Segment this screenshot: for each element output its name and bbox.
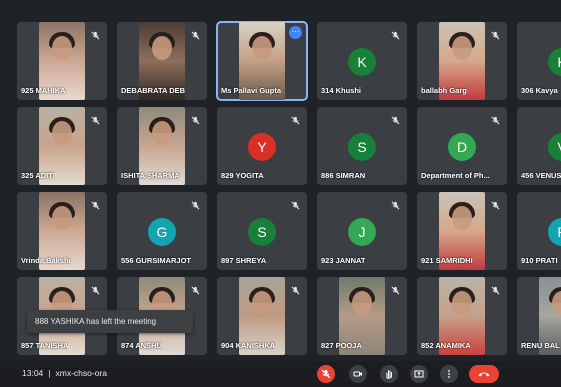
- mic-muted-icon: [191, 27, 201, 40]
- mic-muted-icon: [91, 197, 101, 210]
- mic-muted-icon: [191, 112, 201, 125]
- participant-tile-925-mahika[interactable]: 925 MAHIKA: [17, 22, 107, 100]
- participant-tile-314-khushi[interactable]: K 314 Khushi: [317, 22, 407, 100]
- end-call-button[interactable]: [469, 365, 499, 383]
- tile-more-options-icon[interactable]: ⋯: [289, 26, 302, 39]
- meeting-code[interactable]: xmx-chso-ora: [56, 368, 107, 378]
- present-screen-button[interactable]: [410, 365, 428, 383]
- participant-avatar: D: [448, 133, 476, 161]
- mic-muted-icon: [291, 112, 301, 125]
- participant-tile-456-venus[interactable]: V 456 VENUS: [517, 107, 561, 185]
- participant-name: 325 ADITI: [21, 171, 55, 180]
- participant-tile-306-kavya[interactable]: K 306 Kavya: [517, 22, 561, 100]
- mic-off-icon: [321, 369, 331, 379]
- participant-name: Ms Pallavi Gupta: [221, 86, 282, 95]
- participant-name: 904 KANISHKA: [221, 341, 276, 350]
- participant-name: 910 PRATI: [521, 256, 558, 265]
- participant-name: 306 Kavya: [521, 86, 558, 95]
- participant-name: 923 JANNAT: [321, 256, 366, 265]
- participant-name: RENU BAL: [521, 341, 560, 350]
- participant-name: 874 ANSHU: [121, 341, 162, 350]
- participant-name: 886 SIMRAN: [321, 171, 366, 180]
- participant-name: 925 MAHIKA: [21, 86, 66, 95]
- mic-muted-icon: [391, 112, 401, 125]
- participant-avatar: K: [548, 48, 561, 76]
- participant-name: 827 POOJA: [321, 341, 362, 350]
- participant-tile-852-anamika[interactable]: 852 ANAMIKA: [417, 277, 507, 355]
- meeting-info: 13:04 | xmx-chso-ora: [22, 368, 107, 378]
- participant-avatar: P: [548, 218, 561, 246]
- separator: |: [48, 368, 51, 378]
- participant-name: Department of Ph...: [421, 171, 490, 180]
- clock-time: 13:04: [22, 368, 44, 378]
- participant-tile-ishita-sharma[interactable]: ISHITA SHARMA: [117, 107, 207, 185]
- mic-muted-icon: [291, 197, 301, 210]
- mic-muted-icon: [391, 27, 401, 40]
- participant-tile-debabrata-deb[interactable]: DEBABRATA DEB: [117, 22, 207, 100]
- participant-tile-910-prati[interactable]: P 910 PRATI: [517, 192, 561, 270]
- participant-tile-923-jannat[interactable]: J 923 JANNAT: [317, 192, 407, 270]
- participant-tile-827-pooja[interactable]: 827 POOJA: [317, 277, 407, 355]
- participant-name: 456 VENUS: [521, 171, 561, 180]
- mic-muted-icon: [491, 197, 501, 210]
- mic-muted-icon: [91, 112, 101, 125]
- participant-tile-886-simran[interactable]: S 886 SIMRAN: [317, 107, 407, 185]
- participant-tile-904-kanishka[interactable]: 904 KANISHKA: [217, 277, 307, 355]
- participant-tile-325-aditi[interactable]: 325 ADITI: [17, 107, 107, 185]
- participant-avatar: S: [348, 133, 376, 161]
- mic-toggle-button[interactable]: [317, 365, 335, 383]
- bottom-bar: 13:04 | xmx-chso-ora: [0, 361, 561, 387]
- camera-toggle-button[interactable]: [349, 365, 367, 383]
- toast-text: 888 YASHIKA has left the meeting: [35, 317, 157, 326]
- mic-muted-icon: [391, 197, 401, 210]
- participant-name: DEBABRATA DEB: [121, 86, 186, 95]
- participant-avatar: G: [148, 218, 176, 246]
- mic-muted-icon: [491, 112, 501, 125]
- participant-name: 857 TANISHA: [21, 341, 69, 350]
- participant-avatar: V: [548, 133, 561, 161]
- raise-hand-icon: [386, 370, 392, 379]
- participant-tile-921-samridhi[interactable]: 921 SAMRIDHI: [417, 192, 507, 270]
- mic-muted-icon: [491, 282, 501, 295]
- camera-icon: [353, 371, 362, 377]
- participant-name: 829 YOGITA: [221, 171, 264, 180]
- present-icon: [414, 370, 424, 378]
- participant-avatar: Y: [248, 133, 276, 161]
- end-call-icon: [478, 372, 490, 377]
- mic-muted-icon: [391, 282, 401, 295]
- participant-tile-renu-bal[interactable]: RENU BAL: [517, 277, 561, 355]
- participant-avatar: S: [248, 218, 276, 246]
- participant-tile-ballabh-garg[interactable]: ballabh Garg: [417, 22, 507, 100]
- raise-hand-button[interactable]: [380, 365, 398, 383]
- mic-muted-icon: [191, 282, 201, 295]
- participant-tile-department-of-ph[interactable]: D Department of Ph...: [417, 107, 507, 185]
- participant-avatar: K: [348, 48, 376, 76]
- mic-muted-icon: [291, 282, 301, 295]
- participant-tile-ms-pallavi-gupta[interactable]: ⋯ Ms Pallavi Gupta: [216, 21, 308, 101]
- participant-name: ballabh Garg: [421, 86, 467, 95]
- participant-tile-897-shreya[interactable]: S 897 SHREYA: [217, 192, 307, 270]
- participant-name: 897 SHREYA: [221, 256, 267, 265]
- participant-avatar: J: [348, 218, 376, 246]
- participant-name: 921 SAMRIDHI: [421, 256, 473, 265]
- meeting-stage: 925 MAHIKA DEBABRATA DEB ⋯ Ms Pallavi Gupta…: [0, 0, 561, 387]
- participant-name: ISHITA SHARMA: [121, 171, 180, 180]
- participant-tile-829-yogita[interactable]: Y 829 YOGITA: [217, 107, 307, 185]
- participant-grid: 925 MAHIKA DEBABRATA DEB ⋯ Ms Pallavi Gupta…: [17, 21, 561, 358]
- participant-name: 314 Khushi: [321, 86, 362, 95]
- participant-tile-vrinda-bakshi[interactable]: Vrinda Bakshi: [17, 192, 107, 270]
- participant-name: 852 ANAMIKA: [421, 341, 471, 350]
- participant-name: 556 GURSIMARJOT: [121, 256, 192, 265]
- notification-toast: 888 YASHIKA has left the meeting: [27, 310, 193, 333]
- more-options-icon: [448, 370, 450, 378]
- more-options-button[interactable]: [440, 365, 458, 383]
- mic-muted-icon: [91, 282, 101, 295]
- mic-muted-icon: [491, 27, 501, 40]
- participant-tile-556-gursimarjot[interactable]: G 556 GURSIMARJOT: [117, 192, 207, 270]
- mic-muted-icon: [91, 27, 101, 40]
- participant-name: Vrinda Bakshi: [21, 256, 71, 265]
- mic-muted-icon: [191, 197, 201, 210]
